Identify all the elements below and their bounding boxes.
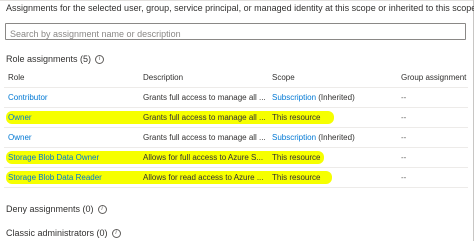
role-link[interactable]: Storage Blob Data Reader: [8, 168, 136, 187]
scope-cell: Subscription (Inherited): [272, 88, 400, 107]
role-link[interactable]: Contributor: [8, 88, 136, 107]
group-assignment-value: --: [401, 153, 407, 162]
role-description: Grants full access to manage all ...: [143, 93, 266, 102]
role-link[interactable]: Owner: [8, 128, 136, 147]
scope-value: This resource: [272, 113, 321, 122]
table-header: Role Description Scope Group assignment: [4, 68, 468, 88]
search-box[interactable]: [5, 23, 466, 42]
role-assignments-heading: Role assignments (5) i: [6, 54, 105, 64]
role-description: Allows for read access to Azure ...: [143, 173, 264, 182]
classic-administrators-heading: Classic administrators (0) i: [6, 228, 121, 238]
role-assignments-table: Role Description Scope Group assignment …: [4, 68, 468, 188]
role-description: Allows for full access to Azure S...: [143, 153, 264, 162]
role-description: Grants full access to manage all ...: [143, 133, 266, 142]
group-assignment-value: --: [401, 173, 407, 182]
table-row[interactable]: Owner Grants full access to manage all .…: [4, 108, 468, 128]
column-header-role[interactable]: Role: [8, 68, 136, 87]
column-header-description[interactable]: Description: [143, 68, 267, 87]
intro-text: Assignments for the selected user, group…: [6, 3, 474, 13]
top-border: [0, 0, 474, 1]
table-row[interactable]: Contributor Grants full access to manage…: [4, 88, 468, 108]
info-icon[interactable]: i: [111, 228, 121, 238]
scope-value: This resource: [272, 173, 321, 182]
role-description: Grants full access to manage all ...: [143, 113, 266, 122]
table-row[interactable]: Owner Grants full access to manage all .…: [4, 128, 468, 148]
deny-assignments-heading: Deny assignments (0) i: [6, 204, 107, 214]
scope-cell: Subscription (Inherited): [272, 128, 400, 147]
table-row[interactable]: Storage Blob Data Owner Allows for full …: [4, 148, 468, 168]
role-link[interactable]: Owner: [8, 108, 136, 127]
search-input[interactable]: [6, 26, 460, 42]
scope-inherited-label: (Inherited): [318, 133, 355, 142]
info-icon[interactable]: i: [97, 204, 107, 214]
scope-link[interactable]: Subscription: [272, 133, 316, 142]
group-assignment-value: --: [401, 113, 407, 122]
group-assignment-value: --: [401, 133, 407, 142]
column-header-scope[interactable]: Scope: [272, 68, 400, 87]
group-assignment-value: --: [401, 93, 407, 102]
classic-administrators-title: Classic administrators (0): [6, 228, 108, 238]
info-icon[interactable]: i: [95, 54, 105, 64]
scope-value: This resource: [272, 153, 321, 162]
table-row[interactable]: Storage Blob Data Reader Allows for read…: [4, 168, 468, 188]
role-link[interactable]: Storage Blob Data Owner: [8, 148, 136, 167]
deny-assignments-title: Deny assignments (0): [6, 204, 94, 214]
column-header-group-assignment[interactable]: Group assignment: [401, 68, 467, 87]
scope-link[interactable]: Subscription: [272, 93, 316, 102]
scope-inherited-label: (Inherited): [318, 93, 355, 102]
role-assignments-title: Role assignments (5): [6, 54, 92, 64]
